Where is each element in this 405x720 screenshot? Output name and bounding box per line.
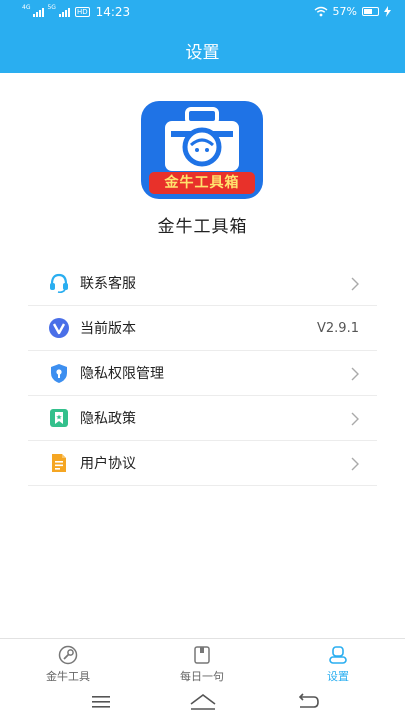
tab-daily-quote[interactable]: 每日一句 <box>152 645 252 684</box>
tab-settings[interactable]: 设置 <box>288 645 388 684</box>
app-name: 金牛工具箱 <box>157 217 248 237</box>
tab-label-jinniu-tools: 金牛工具 <box>46 670 90 683</box>
menu-right-privacy-policy <box>351 396 359 441</box>
wifi-icon <box>314 6 327 17</box>
settings-menu: 联系客服 当前版本 V2.9.1 隐私权限管理 隐私政策 用户协议 <box>28 261 377 486</box>
menu-item-privacy-policy[interactable]: 隐私政策 <box>28 396 377 441</box>
toolbox-tab-icon <box>58 645 78 665</box>
headset-icon <box>48 272 70 294</box>
clock: 14:23 <box>95 5 131 19</box>
privacy-shield-icon <box>48 362 70 384</box>
status-bar: 4G 5G HD 14:23 57% <box>0 0 405 24</box>
logo-banner-text: 金牛工具箱 <box>149 172 255 194</box>
tab-label-settings: 设置 <box>327 670 349 683</box>
bottom-tab-bar: 金牛工具 每日一句 设置 <box>0 638 405 684</box>
network-type-1: 4G <box>22 4 31 11</box>
menu-label-user-agreement: 用户协议 <box>80 456 136 472</box>
menu-label-current-version: 当前版本 <box>80 321 136 337</box>
policy-bookmark-icon <box>48 407 70 429</box>
home-icon[interactable] <box>188 692 218 712</box>
menu-icon[interactable] <box>86 692 116 712</box>
tab-jinniu-tools[interactable]: 金牛工具 <box>18 645 118 684</box>
menu-item-privacy-permissions[interactable]: 隐私权限管理 <box>28 351 377 396</box>
menu-label-privacy-policy: 隐私政策 <box>80 411 136 427</box>
chevron-right-icon <box>351 277 359 290</box>
chevron-right-icon <box>351 412 359 425</box>
menu-label-contact-support: 联系客服 <box>80 276 136 292</box>
network-type-2: 5G <box>47 4 56 11</box>
menu-label-privacy-permissions: 隐私权限管理 <box>80 366 164 382</box>
page-title: 设置 <box>185 43 220 63</box>
signal-icon-2 <box>58 7 70 17</box>
charging-icon <box>384 6 391 17</box>
hd-badge: HD <box>74 7 90 17</box>
daily-quote-tab-icon <box>194 646 210 664</box>
version-icon <box>48 317 70 339</box>
menu-right-contact-support <box>351 261 359 306</box>
menu-item-user-agreement[interactable]: 用户协议 <box>28 441 377 486</box>
app-logo: 金牛工具箱 <box>141 101 263 199</box>
agreement-document-icon <box>48 452 70 474</box>
chevron-right-icon <box>351 367 359 380</box>
battery-icon <box>362 7 379 16</box>
signal-icon <box>33 7 45 17</box>
back-icon[interactable] <box>292 692 322 712</box>
chevron-right-icon <box>351 457 359 470</box>
battery-percentage: 57% <box>332 5 357 18</box>
menu-right-user-agreement <box>351 441 359 486</box>
menu-item-contact-support[interactable]: 联系客服 <box>28 261 377 306</box>
version-number: V2.9.1 <box>317 321 359 336</box>
tab-label-daily-quote: 每日一句 <box>180 670 224 683</box>
system-nav-bar <box>0 684 405 720</box>
top-header: 4G 5G HD 14:23 57% 设置 <box>0 0 405 73</box>
menu-right-privacy-permissions <box>351 351 359 396</box>
menu-item-current-version[interactable]: 当前版本 V2.9.1 <box>28 306 377 351</box>
settings-tab-icon <box>329 646 347 664</box>
